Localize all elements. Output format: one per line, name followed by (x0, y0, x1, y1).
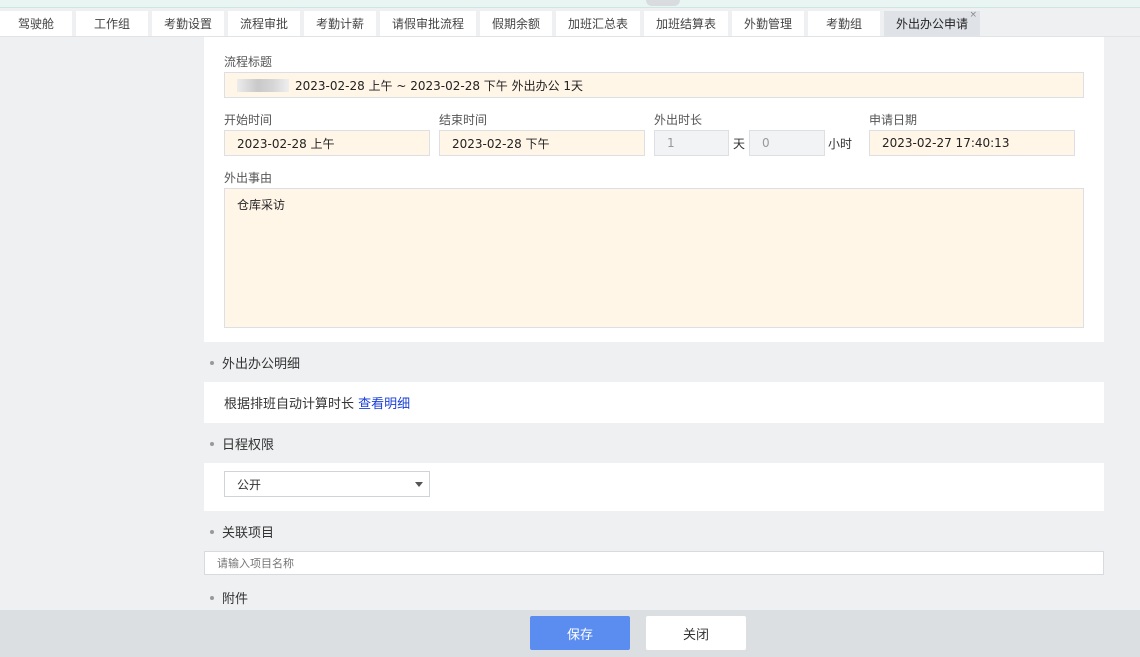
detail-text: 根据排班自动计算时长 (224, 397, 355, 412)
tab-label: 外出办公申请 (895, 17, 968, 31)
project-section-title: 关联项目 (222, 526, 275, 541)
tab-bar: 驾驶舱 工作组 考勤设置 流程审批 考勤计薪 请假审批流程 假期余额 加班汇总表… (0, 8, 1140, 37)
schedule-selected-value: 公开 (237, 477, 262, 492)
start-time-field[interactable]: 2023-02-28 上午 (224, 130, 430, 156)
duration-label: 外出时长 (654, 113, 703, 127)
detail-panel: 根据排班自动计算时长 查看明细 (204, 382, 1104, 423)
tab-leave-balance[interactable]: 假期余额 (480, 11, 552, 36)
tab-attendance-group[interactable]: 考勤组 (808, 11, 880, 36)
schedule-section-header: 日程权限 (210, 434, 274, 453)
tab-leave-approval-flow[interactable]: 请假审批流程 (380, 11, 476, 36)
detail-text-wrapper: 根据排班自动计算时长 查看明细 (224, 393, 410, 412)
reason-label: 外出事由 (224, 171, 273, 185)
start-time-label: 开始时间 (224, 113, 273, 127)
attachment-section-title: 附件 (222, 592, 249, 607)
collapse-handle[interactable] (646, 0, 680, 6)
apply-date-label: 申请日期 (869, 113, 918, 127)
schedule-permission-select[interactable]: 公开 (224, 471, 430, 497)
tab-attendance-settings[interactable]: 考勤设置 (152, 11, 224, 36)
end-time-field[interactable]: 2023-02-28 下午 (439, 130, 645, 156)
hours-unit: 小时 (828, 137, 853, 151)
project-section-header: 关联项目 (210, 522, 274, 541)
chevron-down-icon (415, 482, 423, 487)
tab-field-management[interactable]: 外勤管理 (732, 11, 804, 36)
duration-hours-field: 0 (749, 130, 825, 156)
title-label: 流程标题 (224, 55, 273, 69)
schedule-section-title: 日程权限 (222, 438, 275, 453)
blurred-name (237, 78, 289, 92)
project-search-input[interactable] (204, 551, 1104, 575)
detail-section-header: 外出办公明细 (210, 353, 300, 372)
tab-process-approval[interactable]: 流程审批 (228, 11, 300, 36)
bullet-icon (210, 360, 214, 365)
duration-days-field: 1 (654, 130, 729, 156)
tab-attendance-pay[interactable]: 考勤计薪 (304, 11, 376, 36)
bullet-icon (210, 441, 214, 446)
reason-textarea[interactable]: 仓库采访 (224, 188, 1084, 328)
tab-cockpit[interactable]: 驾驶舱 (0, 11, 72, 36)
end-time-label: 结束时间 (439, 113, 488, 127)
title-value: 2023-02-28 上午 ~ 2023-02-28 下午 外出办公 1天 (295, 78, 584, 93)
days-unit: 天 (733, 137, 746, 151)
view-detail-link[interactable]: 查看明细 (358, 397, 410, 412)
attachment-section-header: 附件 (210, 588, 248, 607)
close-tab-icon[interactable]: × (969, 10, 977, 20)
tab-workgroup[interactable]: 工作组 (76, 11, 148, 36)
bullet-icon (210, 529, 214, 534)
top-strip (0, 0, 1140, 8)
tab-overtime-summary[interactable]: 加班汇总表 (556, 11, 640, 36)
title-field[interactable]: 2023-02-28 上午 ~ 2023-02-28 下午 外出办公 1天 (224, 72, 1084, 98)
bullet-icon (210, 595, 214, 600)
detail-section-title: 外出办公明细 (222, 357, 301, 372)
tab-out-of-office-request[interactable]: 外出办公申请 × (884, 10, 980, 36)
save-button[interactable]: 保存 (530, 616, 630, 650)
tab-overtime-settlement[interactable]: 加班结算表 (644, 11, 728, 36)
close-button[interactable]: 关闭 (646, 616, 746, 650)
apply-date-field[interactable]: 2023-02-27 17:40:13 (869, 130, 1075, 156)
